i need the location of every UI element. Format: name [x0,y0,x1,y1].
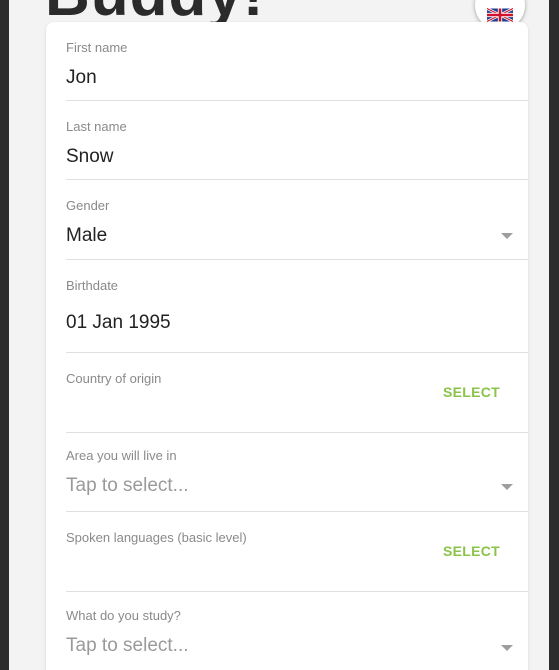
uk-flag-icon [487,8,513,22]
first-name-field[interactable]: First name Jon [66,22,528,101]
last-name-field[interactable]: Last name Snow [66,101,528,180]
gender-label: Gender [66,198,110,213]
left-frame-edge [0,0,9,670]
chevron-down-icon[interactable] [501,645,513,651]
birthdate-label: Birthdate [66,278,119,293]
languages-select-button[interactable]: SELECT [443,543,500,559]
last-name-value[interactable]: Snow [66,146,114,168]
spoken-languages-field[interactable]: Spoken languages (basic level) SELECT [66,512,528,592]
area-placeholder[interactable]: Tap to select... [66,475,189,497]
study-placeholder[interactable]: Tap to select... [66,635,189,657]
birthdate-field[interactable]: Birthdate 01 Jan 1995 [66,260,528,353]
profile-form-card: First name Jon Last name Snow Gender Mal… [46,22,528,670]
first-name-label: First name [66,40,128,55]
country-of-origin-field[interactable]: Country of origin SELECT [66,353,528,433]
last-name-label: Last name [66,119,127,134]
area-label: Area you will live in [66,448,177,463]
study-field[interactable]: What do you study? Tap to select... [66,592,528,670]
study-label: What do you study? [66,608,181,623]
chevron-down-icon[interactable] [501,233,513,239]
screen: Buddy! First name Jon Last name Snow Gen… [0,0,559,670]
gender-field[interactable]: Gender Male [66,180,528,260]
country-of-origin-label: Country of origin [66,371,162,386]
right-frame-edge [549,0,559,670]
chevron-down-icon[interactable] [501,484,513,490]
area-field[interactable]: Area you will live in Tap to select... [66,433,528,512]
birthdate-value[interactable]: 01 Jan 1995 [66,312,171,334]
country-select-button[interactable]: SELECT [443,384,500,400]
first-name-value[interactable]: Jon [66,67,97,89]
app-viewport: Buddy! First name Jon Last name Snow Gen… [9,0,549,670]
spoken-languages-label: Spoken languages (basic level) [66,530,247,545]
gender-value[interactable]: Male [66,225,107,247]
